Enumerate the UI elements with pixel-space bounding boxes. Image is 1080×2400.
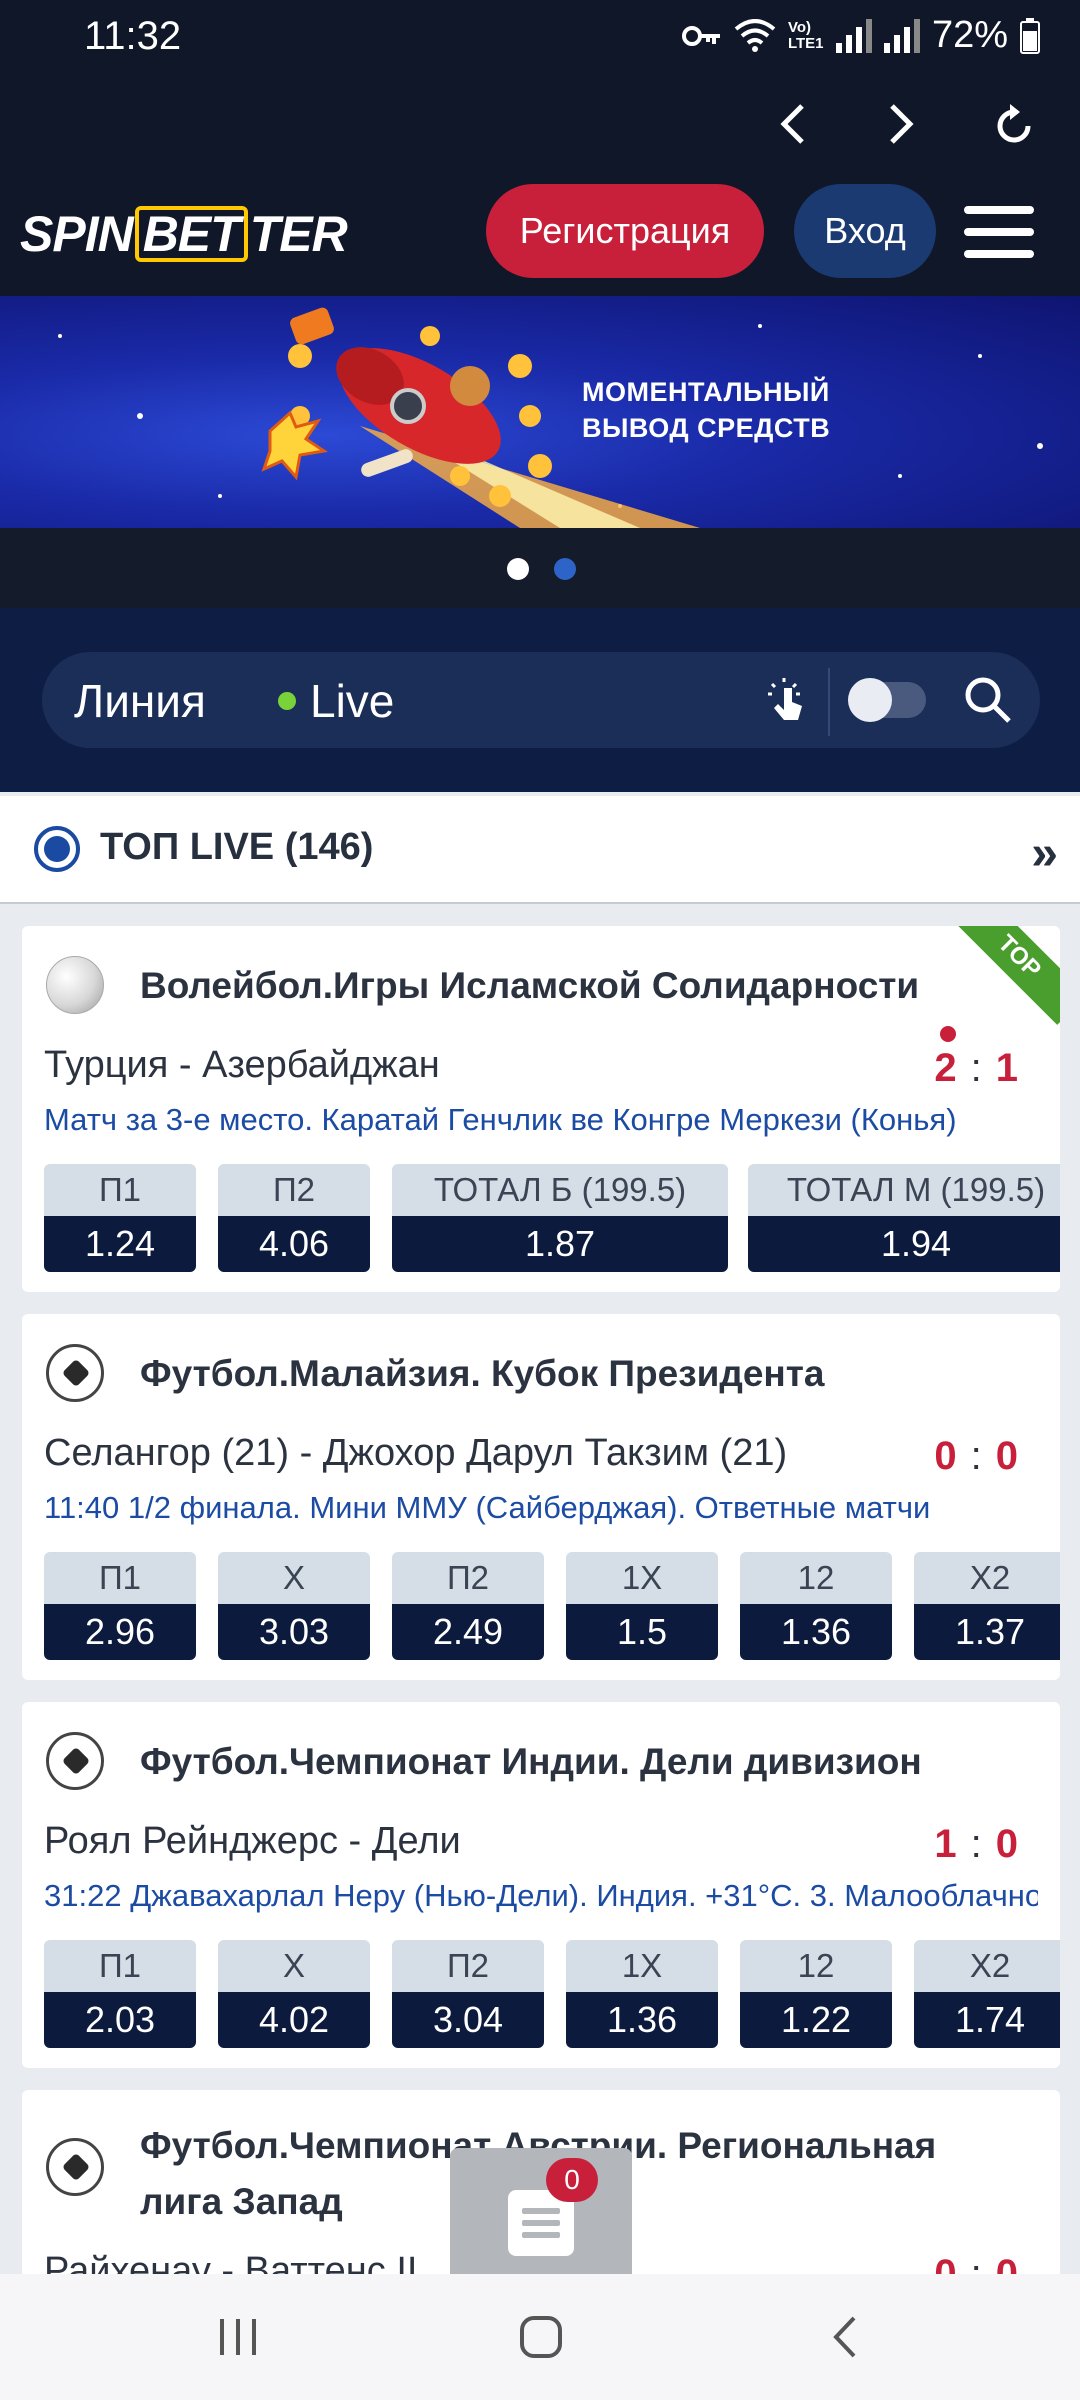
volleyball-icon	[46, 956, 104, 1014]
promo-banner[interactable]: МОМЕНТАЛЬНЫЙ ВЫВОД СРЕДСТВ	[0, 296, 1080, 528]
football-icon	[46, 2138, 104, 2196]
event-card[interactable]: Футбол.Чемпионат Индии. Дели дивизион Ро…	[22, 1702, 1060, 2068]
chevron-right-icon	[890, 104, 914, 144]
login-button[interactable]: Вход	[794, 184, 936, 278]
volte-indicator: Vo) LTE1	[787, 18, 824, 52]
score: 0:0	[934, 2252, 1018, 2274]
tap-gesture-icon[interactable]	[764, 676, 810, 722]
bet-slip-count-badge: 0	[546, 2158, 598, 2202]
mode-tabs: Линия Live	[42, 652, 1040, 748]
bet-slip-button[interactable]: 0	[450, 2148, 632, 2274]
rocket-illustration	[58, 307, 1043, 528]
league-title: Футбол.Малайзия. Кубок Президента	[140, 1353, 825, 1394]
mode-toggle-switch[interactable]	[848, 678, 926, 722]
wifi-icon	[734, 18, 776, 52]
site-header: SPIN BET TER Регистрация Вход	[0, 172, 1080, 296]
recent-apps-icon[interactable]	[216, 2315, 260, 2359]
football-icon	[46, 1732, 104, 1790]
football-icon	[46, 1344, 104, 1402]
odd-button[interactable]: П1 2.03	[44, 1940, 196, 2048]
reload-button[interactable]	[986, 96, 1042, 152]
double-chevron-right-icon[interactable]: »	[1031, 826, 1058, 881]
odd-button[interactable]: П2 2.49	[392, 1552, 544, 1660]
battery-percent: 72%	[931, 14, 1008, 56]
odd-button[interactable]: X2 1.37	[914, 1552, 1060, 1660]
odd-button[interactable]: 12 1.36	[740, 1552, 892, 1660]
score: 0:0	[934, 1434, 1018, 1478]
register-button[interactable]: Регистрация	[486, 184, 764, 278]
odd-button[interactable]: ТОТАЛ М (199.5) 1.94	[748, 1164, 1060, 1272]
odd-button[interactable]: X2 1.74	[914, 1940, 1060, 2048]
event-info: Матч за 3-е место. Каратай Генчлик ве Ко…	[44, 1102, 957, 1137]
teams: Селангор (21) - Джохор Дарул Такзим (21)	[44, 1432, 788, 1474]
event-card[interactable]: Футбол.Малайзия. Кубок Президента Селанг…	[22, 1314, 1060, 1680]
banner-dot-1[interactable]	[507, 558, 529, 580]
score: 1:0	[934, 1822, 1018, 1866]
odds-row: П1 2.03 X 4.02 П2 3.04 1X 1.36 12 1.22 X2 1.74	[44, 1940, 1060, 2048]
chevron-left-icon	[780, 104, 804, 144]
banner-pagination	[0, 528, 1080, 608]
teams: Турция - Азербайджан	[44, 1044, 440, 1086]
odd-button[interactable]: П1 2.96	[44, 1552, 196, 1660]
top-badge: TOP	[951, 926, 1060, 1025]
tab-live[interactable]: Live	[278, 674, 394, 728]
back-button[interactable]	[764, 96, 820, 152]
odd-button[interactable]: ТОТАЛ Б (199.5) 1.87	[392, 1164, 728, 1272]
league-title: Футбол.Чемпионат Индии. Дели дивизион	[140, 1741, 922, 1782]
top-live-title: ТОП LIVE (146)	[100, 826, 374, 868]
status-time: 11:32	[84, 14, 182, 58]
globe-icon	[34, 826, 80, 872]
odds-row: П1 2.96 X 3.03 П2 2.49 1X 1.5 12 1.36 X2 1.37	[44, 1552, 1060, 1660]
event-info: 11:40 1/2 финала. Мини ММУ (Сайберджая).…	[44, 1490, 931, 1525]
serve-indicator	[940, 1026, 956, 1042]
odd-button[interactable]: П2 3.04	[392, 1940, 544, 2048]
hamburger-menu-icon[interactable]	[964, 206, 1034, 262]
banner-text: МОМЕНТАЛЬНЫЙ ВЫВОД СРЕДСТВ	[582, 377, 831, 443]
event-info: 31:22 Джавахарлал Неру (Нью-Дели). Индия…	[44, 1878, 1038, 1913]
spinbetter-logo[interactable]: SPIN BET TER	[20, 202, 348, 266]
odd-button[interactable]: П1 1.24	[44, 1164, 196, 1272]
status-bar: 11:32 Vo) LTE1 72%	[0, 0, 1080, 76]
tabs-divider	[828, 668, 830, 736]
browser-nav-bar	[0, 76, 1080, 172]
toggle-knob	[848, 678, 892, 722]
tab-line[interactable]: Линия	[74, 674, 206, 728]
search-icon[interactable]	[962, 674, 1014, 726]
teams: Роял Рейнджерс - Дели	[44, 1820, 461, 1862]
score: 2:1	[934, 1046, 1018, 1090]
home-icon[interactable]	[518, 2314, 564, 2360]
signal-icon	[835, 18, 872, 53]
live-indicator-dot	[278, 692, 296, 710]
banner-dot-2[interactable]	[554, 558, 576, 580]
battery-icon	[1020, 17, 1040, 54]
back-nav-icon[interactable]	[828, 2314, 860, 2360]
teams: Райхенау - Ваттенс II	[44, 2250, 418, 2274]
odd-button[interactable]: X 3.03	[218, 1552, 370, 1660]
mode-tabs-area: Линия Live	[0, 608, 1080, 792]
forward-button[interactable]	[874, 96, 930, 152]
odd-button[interactable]: П2 4.06	[218, 1164, 370, 1272]
league-title: Волейбол.Игры Исламской Солидарности	[140, 965, 920, 1006]
odd-button[interactable]: X 4.02	[218, 1940, 370, 2048]
signal-icon-2	[883, 18, 920, 53]
odd-button[interactable]: 12 1.22	[740, 1940, 892, 2048]
event-card[interactable]: TOP Волейбол.Игры Исламской Солидарности…	[22, 926, 1060, 1292]
odd-button[interactable]: 1X 1.5	[566, 1552, 718, 1660]
key-icon	[681, 25, 720, 46]
reload-icon	[997, 104, 1031, 143]
odds-row: П1 1.24 П2 4.06 ТОТАЛ Б (199.5) 1.87 ТОТАЛ …	[44, 1164, 1060, 1272]
odd-button[interactable]: 1X 1.36	[566, 1940, 718, 2048]
android-nav-bar	[0, 2274, 1080, 2400]
top-live-header[interactable]: ТОП LIVE (146) »	[0, 796, 1080, 904]
status-icons: Vo) LTE1 72%	[681, 14, 1040, 57]
